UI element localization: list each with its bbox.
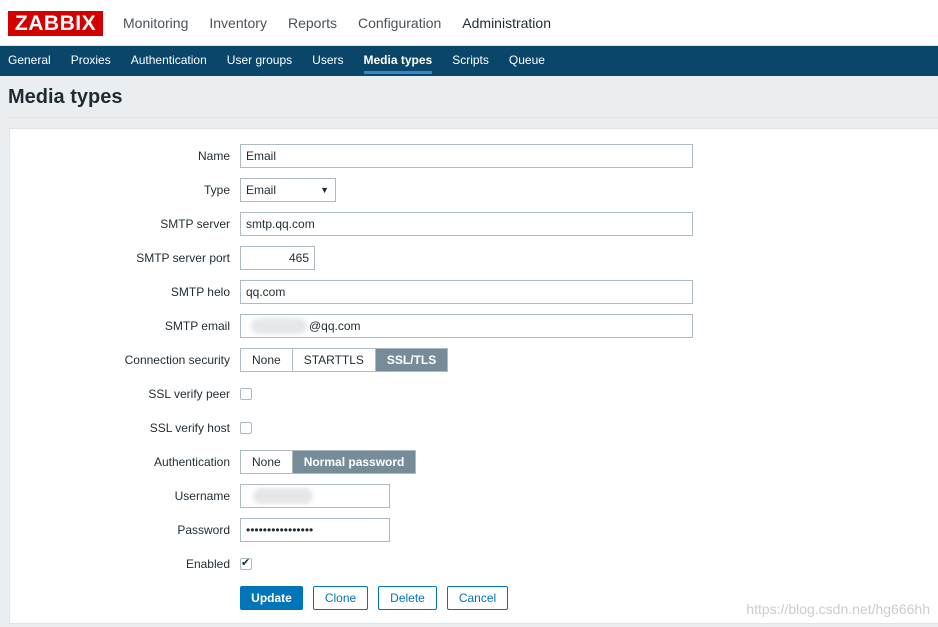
sub-nav-proxies[interactable]: Proxies [71, 46, 111, 76]
type-label: Type [203, 183, 230, 197]
ssl-verify-peer-checkbox[interactable] [240, 388, 252, 400]
smtp-email-label: SMTP email [164, 319, 230, 333]
name-label: Name [197, 149, 230, 163]
sub-nav-authentication[interactable]: Authentication [131, 46, 207, 76]
sub-nav-media-types[interactable]: Media types [363, 46, 432, 76]
password-label: Password [177, 523, 230, 537]
smtp-server-label: SMTP server [160, 217, 230, 231]
sub-nav-user-groups[interactable]: User groups [227, 46, 292, 76]
watermark-text: https://blog.csdn.net/hg666hh [746, 601, 930, 617]
authentication-label: Authentication [153, 455, 230, 469]
delete-button[interactable]: Delete [378, 586, 437, 610]
connection-security-toggle: None STARTTLS SSL/TLS [240, 348, 449, 372]
row-smtp-port: SMTP server port 465 [10, 246, 938, 270]
auth-none-option[interactable]: None [241, 451, 293, 473]
type-select[interactable]: Email ▼ [240, 178, 336, 202]
smtp-email-input[interactable]: @qq.com [240, 314, 693, 338]
row-ssl-verify-host: SSL verify host [10, 416, 938, 440]
main-nav-administration[interactable]: Administration [462, 0, 551, 46]
username-label: Username [174, 489, 230, 503]
username-input[interactable] [240, 484, 390, 508]
main-nav-monitoring[interactable]: Monitoring [123, 0, 188, 46]
enabled-checkbox[interactable] [240, 556, 252, 570]
smtp-helo-input[interactable]: qq.com [240, 280, 693, 304]
row-name: Name Email [10, 144, 938, 168]
password-input[interactable]: •••••••••••••••• [240, 518, 390, 542]
main-nav-configuration[interactable]: Configuration [358, 0, 441, 46]
top-header: ZABBIX Monitoring Inventory Reports Conf… [0, 0, 938, 46]
ssl-verify-host-label: SSL verify host [149, 421, 230, 435]
redacted-blur [253, 488, 313, 504]
row-enabled: Enabled [10, 552, 938, 576]
redacted-blur [251, 318, 307, 334]
sub-nav-general[interactable]: General [8, 46, 51, 76]
clone-button[interactable]: Clone [313, 586, 368, 610]
row-username: Username [10, 484, 938, 508]
smtp-port-input[interactable]: 465 [240, 246, 315, 270]
update-button[interactable]: Update [240, 586, 303, 610]
row-smtp-helo: SMTP helo qq.com [10, 280, 938, 304]
media-type-form: Name Email Type Email ▼ SMTP server smtp… [9, 128, 938, 624]
row-connection-security: Connection security None STARTTLS SSL/TL… [10, 348, 938, 372]
title-divider [8, 117, 938, 118]
enabled-label: Enabled [185, 557, 230, 571]
connection-security-label: Connection security [124, 353, 230, 367]
main-nav-reports[interactable]: Reports [288, 0, 337, 46]
security-none-option[interactable]: None [241, 349, 293, 371]
sub-nav-bar: General Proxies Authentication User grou… [0, 46, 938, 76]
zabbix-logo[interactable]: ZABBIX [8, 11, 103, 36]
row-password: Password •••••••••••••••• [10, 518, 938, 542]
page-title: Media types [8, 86, 123, 108]
type-select-value: Email [246, 183, 277, 197]
ssl-verify-host-checkbox[interactable] [240, 422, 252, 434]
sub-nav-scripts[interactable]: Scripts [452, 46, 489, 76]
cancel-button[interactable]: Cancel [447, 586, 508, 610]
name-input[interactable]: Email [240, 144, 693, 168]
smtp-email-value: @qq.com [309, 319, 361, 333]
row-smtp-server: SMTP server smtp.qq.com [10, 212, 938, 236]
dropdown-arrow-icon: ▼ [320, 185, 329, 195]
sub-nav: General Proxies Authentication User grou… [8, 46, 565, 76]
main-nav-inventory[interactable]: Inventory [209, 0, 267, 46]
auth-normal-password-option[interactable]: Normal password [292, 451, 416, 473]
sub-nav-queue[interactable]: Queue [509, 46, 545, 76]
sub-nav-users[interactable]: Users [312, 46, 343, 76]
main-nav: Monitoring Inventory Reports Configurati… [123, 0, 572, 46]
authentication-toggle: None Normal password [240, 450, 417, 474]
smtp-helo-label: SMTP helo [170, 285, 230, 299]
security-ssl-tls-option[interactable]: SSL/TLS [375, 349, 448, 371]
row-ssl-verify-peer: SSL verify peer [10, 382, 938, 406]
row-type: Type Email ▼ [10, 178, 938, 202]
row-smtp-email: SMTP email @qq.com [10, 314, 938, 338]
security-starttls-option[interactable]: STARTTLS [292, 349, 376, 371]
ssl-verify-peer-label: SSL verify peer [148, 387, 230, 401]
smtp-port-label: SMTP server port [136, 251, 230, 265]
smtp-server-input[interactable]: smtp.qq.com [240, 212, 693, 236]
row-authentication: Authentication None Normal password [10, 450, 938, 474]
